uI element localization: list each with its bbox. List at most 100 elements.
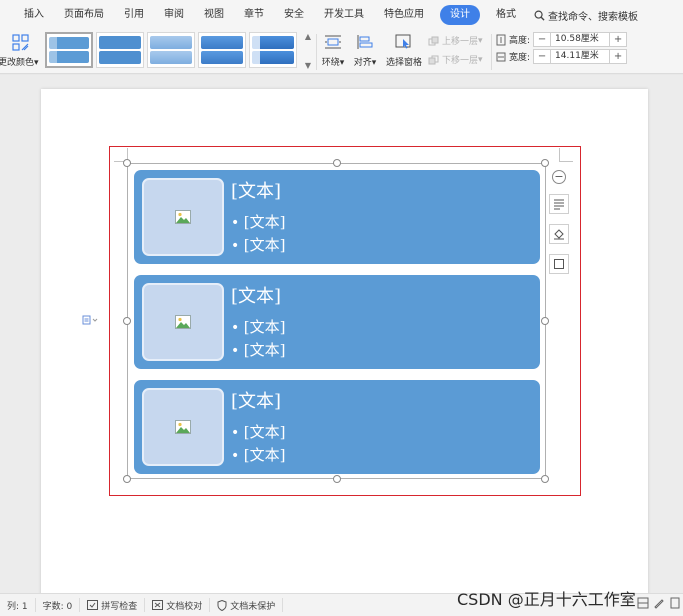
card-title[interactable]: [文本] [231,177,281,203]
search-label: 查找命令、搜索模板 [548,11,638,23]
layout-options-button[interactable] [549,194,569,214]
style-gallery-scroll[interactable]: ▲ ▼ [303,32,313,70]
height-label: 高度: [509,36,531,46]
resize-handle-sw[interactable] [123,475,131,483]
resize-handle-n[interactable] [333,159,341,167]
menu-format[interactable]: 格式 [486,5,526,25]
smartart-card[interactable]: [文本] [文本] [文本] [134,380,540,474]
command-search[interactable]: 查找命令、搜索模板 [526,8,638,23]
card-bullet[interactable]: [文本] [231,444,286,465]
fill-icon [554,229,564,240]
proofread-label: 文档校对 [166,601,203,612]
height-control: 高度: − 10.58厘米 + [496,32,628,47]
shield-icon [217,599,227,611]
edit-view-icon[interactable] [653,597,665,609]
resize-handle-e[interactable] [541,317,549,325]
align-button[interactable]: 对齐▾ [352,32,378,70]
card-bullet[interactable]: [文本] [231,316,286,337]
picture-placeholder[interactable] [142,283,224,361]
chevron-down-icon[interactable]: ▼ [305,61,311,70]
align-icon [357,35,373,49]
send-backward-icon [428,55,439,64]
resize-handle-s[interactable] [333,475,341,483]
floating-toolbar: − [549,170,569,274]
picture-placeholder[interactable] [142,388,224,466]
smartart-card[interactable]: [文本] [文本] [文本] [134,275,540,369]
style-option-5[interactable] [249,32,297,68]
protection-label: 文档未保护 [230,601,276,612]
change-color-button[interactable]: 更改颜色▾ [0,32,42,70]
menu-review[interactable]: 审阅 [154,5,194,25]
bring-forward-button[interactable]: 上移一层 ▾ [428,34,483,47]
ribbon: 更改颜色▾ ▲ ▼ 环绕▾ 对齐▾ 选择窗格 上移一层 ▾ 下移一层 ▾ 高度: − … [0,30,683,74]
height-decrease-button[interactable]: − [534,33,550,46]
style-option-2[interactable] [96,32,144,68]
menu-design[interactable]: 设计 [440,5,480,25]
height-icon [496,34,506,45]
wrap-button[interactable]: 环绕▾ [320,32,346,70]
smartart-style-gallery [45,32,313,70]
resize-handle-nw[interactable] [123,159,131,167]
send-backward-label: 下移一层 [442,56,479,66]
picture-placeholder[interactable] [142,178,224,256]
resize-handle-ne[interactable] [541,159,549,167]
card-bullet[interactable]: [文本] [231,421,286,442]
collapse-button[interactable]: − [552,170,566,184]
bring-forward-label: 上移一层 [442,37,479,47]
style-option-4[interactable] [198,32,246,68]
menu-security[interactable]: 安全 [274,5,314,25]
wrap-label: 环绕 [321,58,340,68]
menu-section[interactable]: 章节 [234,5,274,25]
width-input[interactable]: 14.11厘米 [550,50,611,63]
menu-bar: 插入 页面布局 引用 审阅 视图 章节 安全 开发工具 特色应用 设计 格式 查… [0,0,683,30]
resize-handle-se[interactable] [541,475,549,483]
status-column: 列: 1 [0,598,36,612]
chevron-up-icon[interactable]: ▲ [305,32,311,41]
image-placeholder-icon [175,420,191,434]
protection-status[interactable]: 文档未保护 [210,598,284,612]
bring-forward-icon [428,36,439,45]
spell-check-icon [87,600,99,610]
image-placeholder-icon [175,210,191,224]
smartart-card[interactable]: [文本] [文本] [文本] [134,170,540,264]
menu-view[interactable]: 视图 [194,5,234,25]
crop-mark [559,148,573,162]
menu-insert[interactable]: 插入 [14,5,54,25]
anchor-icon[interactable] [82,315,98,328]
send-backward-button[interactable]: 下移一层 ▾ [428,53,483,66]
ribbon-divider [491,34,492,70]
outline-button[interactable] [549,254,569,274]
spell-check-label: 拼写检查 [101,601,138,612]
resize-handle-w[interactable] [123,317,131,325]
view-mode-icon[interactable] [637,597,649,609]
fill-button[interactable] [549,224,569,244]
card-bullet[interactable]: [文本] [231,211,286,232]
proofread-button[interactable]: 文档校对 [145,598,211,612]
proofread-icon [152,600,164,610]
menu-developer[interactable]: 开发工具 [314,5,374,25]
card-bullet[interactable]: [文本] [231,339,286,360]
card-title[interactable]: [文本] [231,387,281,413]
selection-pane-button[interactable]: 选择窗格 [384,32,424,70]
view-mode-buttons [637,597,681,609]
width-decrease-button[interactable]: − [534,50,550,63]
card-bullet[interactable]: [文本] [231,234,286,255]
menu-page-layout[interactable]: 页面布局 [54,5,114,25]
style-option-3[interactable] [147,32,195,68]
width-icon [496,52,506,61]
card-title[interactable]: [文本] [231,282,281,308]
watermark: CSDN @正月十六工作室 [457,590,636,609]
height-input[interactable]: 10.58厘米 [550,33,611,46]
menu-references[interactable]: 引用 [114,5,154,25]
image-placeholder-icon [175,315,191,329]
width-control: 宽度: − 14.11厘米 + [496,49,628,64]
page-view-icon[interactable] [669,597,681,609]
style-option-1[interactable] [45,32,93,68]
height-increase-button[interactable]: + [610,33,626,46]
outline-icon [554,259,564,269]
menu-features[interactable]: 特色应用 [374,5,434,25]
width-increase-button[interactable]: + [610,50,626,63]
spell-check-button[interactable]: 拼写检查 [80,598,146,612]
status-word-count[interactable]: 字数: 0 [36,598,81,612]
selection-pane-label: 选择窗格 [385,58,422,68]
